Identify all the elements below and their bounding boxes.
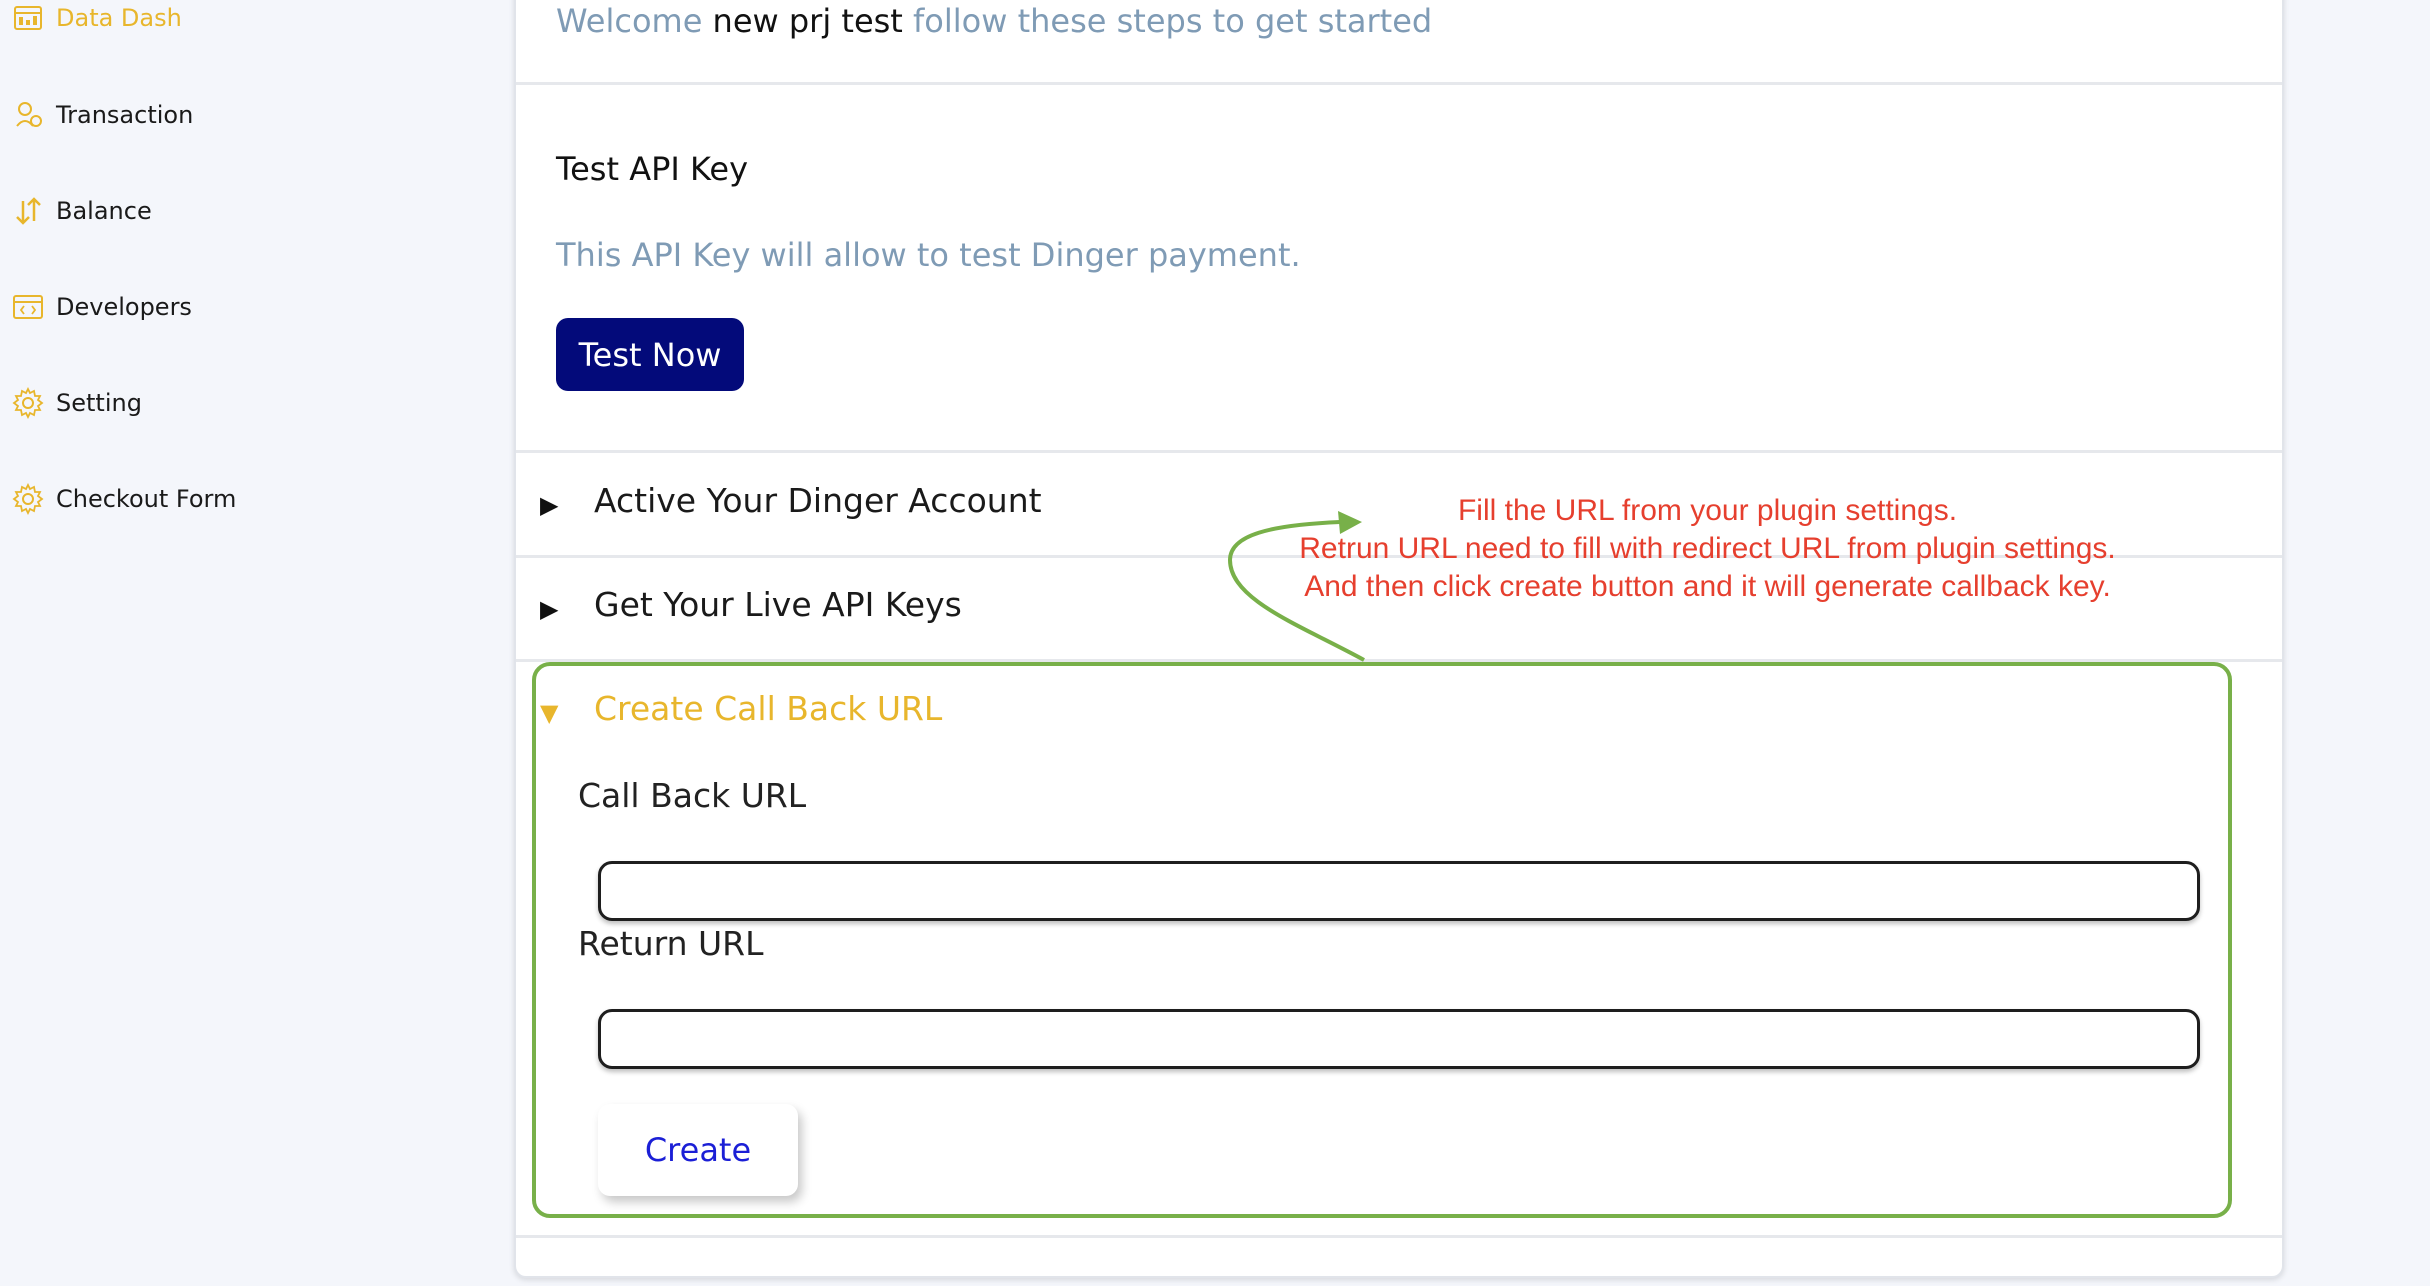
api-key-description: This API Key will allow to test Dinger p…: [556, 236, 1301, 274]
return-url-input[interactable]: [598, 1009, 2200, 1069]
main-card: [514, 0, 2284, 1278]
gear-icon: [10, 481, 46, 517]
accordion-label: Create Call Back URL: [594, 688, 943, 728]
annotation-line: Retrun URL need to fill with redirect UR…: [1299, 532, 2116, 565]
accordion-label: Get Your Live API Keys: [594, 584, 962, 624]
api-key-title: Test API Key: [556, 150, 748, 188]
accordion-item-callback-url[interactable]: ▼ Create Call Back URL: [540, 678, 942, 738]
test-now-button[interactable]: Test Now: [556, 318, 744, 391]
divider: [516, 659, 2282, 662]
sidebar-item-developers[interactable]: Developers: [10, 282, 192, 332]
sidebar-item-setting[interactable]: Setting: [10, 378, 142, 428]
divider: [516, 82, 2282, 85]
sidebar-item-label: Developers: [56, 293, 192, 321]
sidebar-item-checkout-form[interactable]: Checkout Form: [10, 474, 236, 524]
caret-right-icon: ▶: [540, 491, 559, 519]
sidebar: Data Dash Transaction Balance Developers…: [0, 0, 500, 1286]
divider: [516, 1235, 2282, 1238]
dashboard-icon: [10, 0, 46, 36]
caret-right-icon: ▶: [540, 595, 559, 623]
caret-down-icon: ▼: [540, 699, 559, 727]
accordion-label: Active Your Dinger Account: [594, 480, 1042, 520]
accordion-item-active-account[interactable]: ▶ Active Your Dinger Account: [540, 470, 1042, 530]
annotation-line: And then click create button and it will…: [1304, 570, 2111, 603]
sidebar-item-label: Transaction: [56, 101, 194, 129]
balance-arrows-icon: [10, 193, 46, 229]
sidebar-item-transaction[interactable]: Transaction: [10, 90, 193, 140]
callback-url-input[interactable]: [598, 861, 2200, 921]
sidebar-item-label: Data Dash: [56, 4, 182, 32]
sidebar-item-balance[interactable]: Balance: [10, 186, 152, 236]
gear-icon: [10, 385, 46, 421]
sidebar-item-label: Checkout Form: [56, 485, 237, 513]
create-button[interactable]: Create: [598, 1104, 798, 1196]
welcome-message: Welcome new prj test follow these steps …: [556, 2, 1432, 40]
sidebar-item-data-dash[interactable]: Data Dash: [10, 0, 182, 43]
sidebar-item-label: Setting: [56, 389, 142, 417]
code-window-icon: [10, 289, 46, 325]
welcome-suffix: follow these steps to get started: [913, 2, 1433, 40]
sidebar-item-label: Balance: [56, 197, 152, 225]
annotation-text: Fill the URL from your plugin settings. …: [1200, 492, 2215, 606]
accordion-item-live-api-keys[interactable]: ▶ Get Your Live API Keys: [540, 574, 962, 634]
annotation-line: Fill the URL from your plugin settings.: [1457, 494, 1958, 527]
welcome-prefix: Welcome: [556, 2, 703, 40]
project-name: new prj test: [712, 2, 903, 40]
return-url-label: Return URL: [578, 924, 764, 963]
transaction-icon: [10, 97, 46, 133]
callback-url-label: Call Back URL: [578, 776, 807, 815]
divider: [516, 450, 2282, 453]
